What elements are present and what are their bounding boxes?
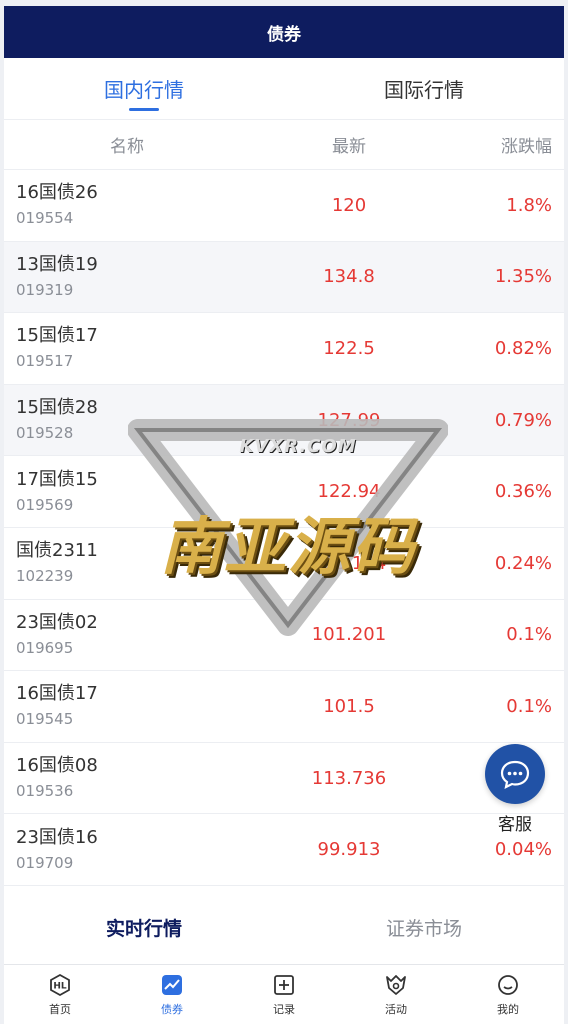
bond-name: 23国债02 [16, 611, 98, 633]
bond-code: 102239 [16, 567, 74, 586]
table-row[interactable]: 15国债28 019528 127.99 0.79% [4, 384, 564, 457]
bond-code: 019536 [16, 782, 74, 801]
nav-mine[interactable]: 我的 [452, 965, 564, 1024]
bond-list: 16国债26 019554 120 1.8% 13国债19 019319 134.8… [4, 170, 564, 886]
bond-name: 13国债19 [16, 253, 98, 275]
bond-change: 0.82% [494, 337, 552, 359]
trend-chart-icon [162, 974, 182, 995]
bond-change: 0.1% [506, 695, 552, 717]
market-tabs: 国内行情 国际行情 [4, 58, 564, 120]
column-latest: 最新 [332, 137, 366, 157]
nav-bonds[interactable]: 债券 [116, 965, 228, 1024]
column-header: 名称 最新 涨跌幅 [4, 120, 564, 170]
bond-change: 0.79% [494, 409, 552, 431]
bond-change: 1.8% [506, 194, 552, 216]
tab-international-label: 国际行情 [384, 78, 464, 102]
table-row[interactable]: 16国债17 019545 101.5 0.1% [4, 671, 564, 743]
bond-price: 120 [331, 194, 367, 216]
bond-price: 101.201 [311, 624, 387, 646]
bond-code: 019695 [16, 638, 74, 657]
bond-price: 122.94 [317, 481, 381, 503]
bond-price: 122.5 [323, 337, 375, 359]
table-row[interactable]: 16国债08 019536 113.736 [4, 742, 564, 815]
tab-realtime[interactable]: 实时行情 [4, 890, 284, 964]
nav-activity-label: 活动 [385, 1002, 407, 1016]
table-row[interactable]: 17国债15 019569 122.94 0.36% [4, 456, 564, 528]
bottom-nav: HL 首页 债券 记录 活动 我的 [4, 964, 564, 1024]
nav-records[interactable]: 记录 [228, 965, 340, 1024]
market-sub-tabs: 实时行情 证券市场 [4, 890, 564, 964]
column-change: 涨跌幅 [501, 137, 552, 157]
bond-code: 019528 [16, 424, 74, 443]
customer-service-button[interactable] [485, 744, 545, 804]
bond-name: 15国债17 [16, 325, 98, 347]
bond-name: 16国债08 [16, 755, 98, 777]
bond-code: 019554 [16, 209, 74, 228]
bond-price: 100.154 [311, 552, 387, 574]
bond-code: 019545 [16, 710, 74, 729]
bond-name: 16国债26 [16, 182, 98, 204]
tab-domestic-label: 国内行情 [104, 78, 184, 102]
nav-records-label: 记录 [273, 1002, 295, 1016]
plus-square-icon [274, 974, 294, 995]
bond-change: 0.1% [506, 624, 552, 646]
bond-price: 134.8 [323, 266, 375, 288]
nav-mine-label: 我的 [497, 1002, 519, 1016]
tab-domestic[interactable]: 国内行情 [4, 58, 284, 119]
bond-change: 0.24% [494, 552, 552, 574]
column-name: 名称 [110, 137, 144, 157]
table-row[interactable]: 国债2311 102239 100.154 0.24% [4, 527, 564, 600]
bond-name: 16国债17 [16, 683, 98, 705]
bond-name: 国债2311 [16, 540, 98, 562]
home-logo-icon: HL [50, 973, 70, 996]
page-header: 债券 [4, 6, 564, 58]
bond-name: 17国债15 [16, 468, 98, 490]
nav-home-label: 首页 [49, 1002, 71, 1016]
tab-realtime-label: 实时行情 [105, 917, 182, 940]
chat-icon [500, 760, 530, 789]
bond-change: 0.04% [494, 839, 552, 861]
bond-code: 019319 [16, 280, 74, 299]
user-chat-icon [498, 974, 518, 995]
table-row[interactable]: 13国债19 019319 134.8 1.35% [4, 241, 564, 314]
bond-name: 15国债28 [16, 397, 98, 419]
bond-code: 019517 [16, 352, 74, 371]
tab-international[interactable]: 国际行情 [284, 58, 564, 119]
table-row[interactable]: 23国债16 019709 99.913 0.04% [4, 814, 564, 886]
app-frame: 债券 国内行情 国际行情 名称 最新 涨跌幅 16国债26 019554 120 … [4, 6, 564, 1024]
tab-active-indicator [129, 108, 159, 111]
bond-change: 1.35% [494, 266, 552, 288]
bond-price: 113.736 [311, 767, 387, 789]
customer-service-label: 客服 [498, 815, 532, 835]
svg-text:HL: HL [53, 981, 67, 991]
page-title: 债券 [267, 24, 301, 45]
tab-securities-market-label: 证券市场 [385, 917, 462, 940]
table-row[interactable]: 16国债26 019554 120 1.8% [4, 170, 564, 242]
bond-price: 127.99 [317, 409, 381, 431]
nav-bonds-label: 债券 [161, 1002, 183, 1016]
tab-securities-market[interactable]: 证券市场 [284, 890, 564, 964]
bond-code: 019569 [16, 495, 74, 514]
bond-code: 019709 [16, 853, 74, 872]
badge-icon [386, 974, 406, 995]
bond-change: 0.36% [494, 481, 552, 503]
bond-name: 23国债16 [16, 826, 98, 848]
bond-price: 101.5 [323, 695, 375, 717]
table-row[interactable]: 23国债02 019695 101.201 0.1% [4, 599, 564, 672]
table-row[interactable]: 15国债17 019517 122.5 0.82% [4, 313, 564, 385]
bond-price: 99.913 [317, 839, 381, 861]
nav-home[interactable]: HL 首页 [4, 965, 116, 1024]
nav-activity[interactable]: 活动 [340, 965, 452, 1024]
